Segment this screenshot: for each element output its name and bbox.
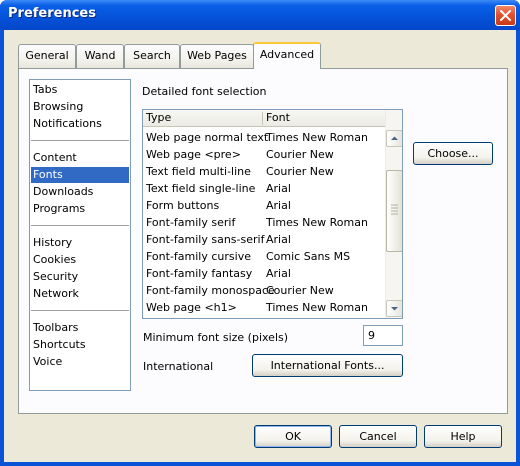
advanced-panel: Tabs Browsing Notifications Content Font… [18, 68, 508, 414]
min-font-size-label: Minimum font size (pixels) [143, 331, 289, 344]
category-separator [31, 140, 129, 141]
choose-font-button[interactable]: Choose... [413, 142, 493, 165]
tab-wand[interactable]: Wand [76, 44, 124, 68]
tab-general[interactable]: General [18, 44, 76, 68]
vertical-scrollbar[interactable] [385, 110, 402, 318]
category-content[interactable]: Content [31, 150, 129, 166]
category-fonts[interactable]: Fonts [31, 167, 129, 183]
ok-button[interactable]: OK [254, 425, 332, 448]
scroll-thumb[interactable] [386, 170, 402, 252]
font-type: Font-family cursive [146, 250, 251, 263]
font-type: Web page normal text [146, 131, 269, 144]
title-bar[interactable]: Preferences [0, 0, 520, 30]
font-list[interactable]: Type Font Web page normal text Times New … [142, 109, 403, 319]
section-label: Detailed font selection [142, 85, 267, 98]
font-type: Font-family sans-serif [146, 233, 265, 246]
font-type: Font-family serif [146, 216, 236, 229]
category-security[interactable]: Security [31, 269, 129, 285]
font-name: Arial [266, 233, 291, 246]
international-fonts-button[interactable]: International Fonts... [252, 354, 403, 377]
font-type: Font-family fantasy [146, 267, 253, 280]
column-header-type[interactable]: Type [143, 110, 171, 127]
category-shortcuts[interactable]: Shortcuts [31, 337, 129, 353]
font-row[interactable]: Font-family sans-serif Arial [143, 231, 385, 248]
font-type: Font-family monospace [146, 284, 275, 297]
cancel-button[interactable]: Cancel [339, 425, 417, 448]
scroll-down-button[interactable] [386, 300, 402, 317]
font-type: Text field single-line [146, 182, 256, 195]
min-font-size-input[interactable]: 9 [363, 325, 403, 346]
font-name: Times New Roman [266, 301, 368, 314]
font-type: Form buttons [146, 199, 220, 212]
tab-advanced[interactable]: Advanced [253, 42, 321, 69]
help-button[interactable]: Help [424, 425, 502, 448]
font-row[interactable]: Text field multi-line Courier New [143, 163, 385, 180]
font-name: Times New Roman [266, 131, 368, 144]
font-row[interactable]: Web page <h1> Times New Roman [143, 299, 385, 316]
category-cookies[interactable]: Cookies [31, 252, 129, 268]
category-history[interactable]: History [31, 235, 129, 251]
font-name: Comic Sans MS [266, 250, 351, 263]
grip-icon [391, 204, 398, 215]
tab-search[interactable]: Search [124, 44, 180, 68]
font-row[interactable]: Form buttons Arial [143, 197, 385, 214]
font-type: Web page <h1> [146, 301, 237, 314]
preferences-window: Preferences General Wand Search Web Page… [0, 0, 520, 466]
font-name: Times New Roman [266, 216, 368, 229]
category-downloads[interactable]: Downloads [31, 184, 129, 200]
chevron-up-icon [391, 136, 398, 140]
category-toolbars[interactable]: Toolbars [31, 320, 129, 336]
list-header: Type Font [143, 110, 385, 127]
category-separator [31, 225, 129, 226]
window-title: Preferences [8, 6, 96, 21]
font-type: Web page <pre> [146, 148, 241, 161]
category-network[interactable]: Network [31, 286, 129, 302]
dialog-body: General Wand Search Web Pages Advanced T… [4, 30, 516, 462]
font-row[interactable]: Web page normal text Times New Roman [143, 129, 385, 146]
font-name: Arial [266, 182, 291, 195]
category-separator [31, 310, 129, 311]
font-type: Text field multi-line [146, 165, 251, 178]
font-row[interactable]: Web page <pre> Courier New [143, 146, 385, 163]
category-tabs[interactable]: Tabs [31, 82, 129, 98]
font-name: Courier New [266, 148, 334, 161]
international-label: International [143, 360, 214, 373]
font-name: Arial [266, 199, 291, 212]
font-name: Courier New [266, 284, 334, 297]
column-header-font[interactable]: Font [263, 110, 290, 127]
close-icon [500, 10, 511, 21]
font-name: Courier New [266, 165, 334, 178]
category-browsing[interactable]: Browsing [31, 99, 129, 115]
font-row[interactable]: Font-family cursive Comic Sans MS [143, 248, 385, 265]
font-row[interactable]: Font-family fantasy Arial [143, 265, 385, 282]
category-programs[interactable]: Programs [31, 201, 129, 217]
font-name: Arial [266, 267, 291, 280]
tab-web-pages[interactable]: Web Pages [180, 44, 254, 68]
font-row[interactable]: Text field single-line Arial [143, 180, 385, 197]
scroll-up-button[interactable] [386, 130, 402, 147]
chevron-down-icon [391, 307, 398, 311]
font-row[interactable]: Font-family serif Times New Roman [143, 214, 385, 231]
category-voice[interactable]: Voice [31, 354, 129, 370]
close-button[interactable] [495, 5, 516, 26]
category-list[interactable]: Tabs Browsing Notifications Content Font… [29, 79, 131, 391]
font-row[interactable]: Font-family monospace Courier New [143, 282, 385, 299]
category-notifications[interactable]: Notifications [31, 116, 129, 132]
